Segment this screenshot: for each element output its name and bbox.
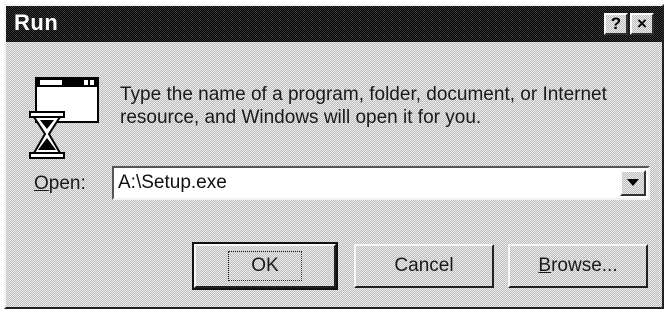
help-icon: ? — [610, 14, 622, 33]
ok-button[interactable]: OK — [192, 242, 338, 290]
open-label: Open: — [34, 173, 86, 195]
run-dialog: Run ? × Type the name of a program, fold… — [4, 4, 664, 309]
ok-button-label: OK — [228, 251, 302, 281]
open-label-mnemonic: O — [34, 173, 49, 194]
window-title: Run — [14, 10, 59, 35]
browse-mnemonic: B — [538, 255, 552, 276]
cancel-button-label: Cancel — [394, 255, 454, 276]
close-button[interactable]: × — [630, 13, 654, 35]
browse-button-label: rowse... — [551, 255, 618, 276]
dropdown-button[interactable] — [620, 170, 646, 196]
title-bar[interactable]: Run ? × — [6, 6, 662, 42]
browse-button[interactable]: Browse... — [508, 244, 648, 288]
open-label-text: pen: — [48, 173, 86, 194]
run-program-icon — [29, 77, 99, 159]
chevron-down-icon — [627, 179, 639, 186]
run-description: Type the name of a program, folder, docu… — [120, 84, 607, 128]
cancel-button[interactable]: Cancel — [354, 244, 494, 288]
close-icon: × — [637, 14, 647, 33]
open-input[interactable]: A:\Setup.exe — [118, 172, 614, 194]
help-button[interactable]: ? — [604, 13, 628, 35]
open-combobox[interactable]: A:\Setup.exe — [112, 166, 650, 200]
